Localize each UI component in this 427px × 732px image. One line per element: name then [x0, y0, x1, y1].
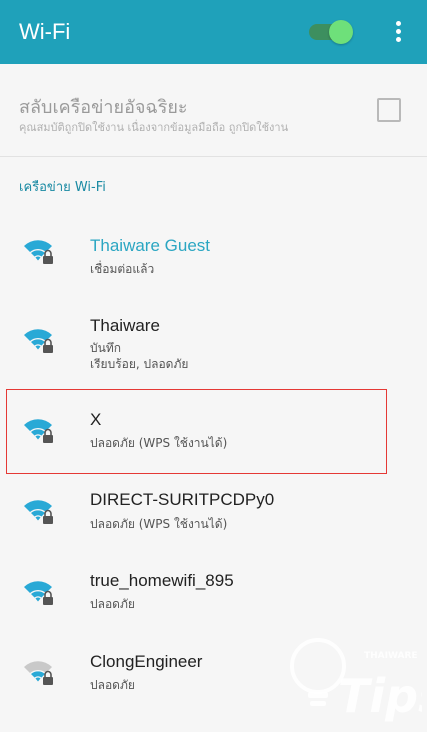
network-security: ปลอดภัย (WPS ใช้งานได้) [90, 517, 228, 531]
network-item-thaiware[interactable]: Thaiware บันทึก เรียบร้อย, ปลอดภัย [0, 303, 427, 383]
network-security: ปลอดภัย [90, 597, 135, 611]
network-name: DIRECT-SURITPCDPy0 [90, 490, 275, 509]
wifi-networks-header: เครือข่าย Wi-Fi [19, 180, 106, 195]
smart-network-subtitle: คุณสมบัติถูกปิดใช้งาน เนื่องจากข้อมูลมือ… [19, 121, 289, 134]
watermark-brand: THAIWARE [364, 651, 418, 661]
highlight-box [6, 389, 387, 474]
more-options-icon[interactable] [388, 18, 408, 46]
network-status: เชื่อมต่อแล้ว [90, 262, 155, 276]
wifi-lock-icon [24, 581, 53, 605]
network-item-true-homewifi[interactable]: true_homewifi_895 ปลอดภัย [0, 559, 427, 639]
smart-network-switch-row[interactable]: สลับเครือข่ายอัจฉริยะ คุณสมบัติถูกปิดใช้… [0, 64, 427, 157]
watermark-word: Tips [338, 669, 422, 723]
app-bar: Wi-Fi [0, 0, 427, 64]
thaiware-tips-watermark: Tips THAIWARE [282, 628, 427, 728]
network-security: ปลอดภัย [90, 678, 135, 692]
network-security: เรียบร้อย, ปลอดภัย [90, 357, 189, 371]
wifi-lock-icon [24, 500, 53, 524]
wifi-lock-weak-icon [24, 661, 53, 685]
lightbulb-logo-icon: Tips THAIWARE [290, 638, 427, 723]
page-title: Wi-Fi [19, 19, 71, 44]
wifi-lock-icon [24, 329, 53, 353]
toggle-thumb [329, 20, 353, 44]
network-item-thaiware-guest[interactable]: Thaiware Guest เชื่อมต่อแล้ว [0, 222, 427, 292]
smart-network-title: สลับเครือข่ายอัจฉริยะ [19, 97, 188, 118]
wifi-toggle[interactable] [309, 20, 353, 44]
smart-network-checkbox[interactable] [377, 98, 401, 122]
network-name: true_homewifi_895 [90, 571, 234, 590]
wifi-lock-icon [24, 240, 53, 264]
network-name: ClongEngineer [90, 652, 203, 671]
network-name: Thaiware Guest [90, 236, 210, 255]
network-item-direct-surit[interactable]: DIRECT-SURITPCDPy0 ปลอดภัย (WPS ใช้งานได… [0, 478, 427, 558]
network-name: Thaiware [90, 316, 160, 335]
